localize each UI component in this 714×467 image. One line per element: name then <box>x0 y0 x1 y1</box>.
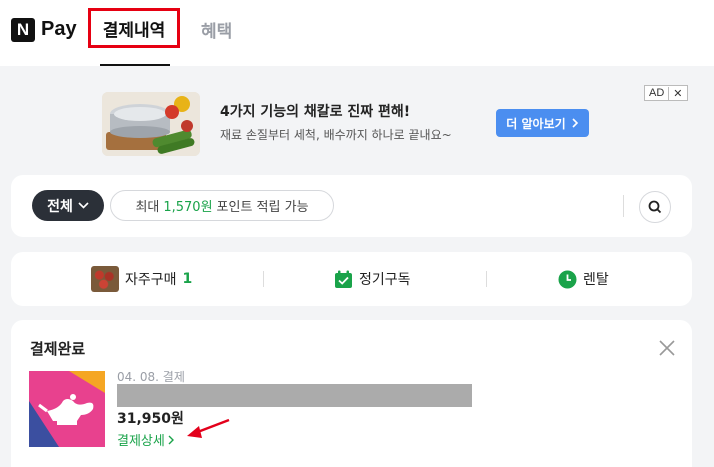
active-tab-underline <box>100 64 170 66</box>
category-subscription[interactable]: 정기구독 <box>334 252 411 306</box>
category-frequent-label: 자주구매 <box>125 272 177 288</box>
pay-logo-text[interactable]: Pay <box>41 18 77 41</box>
order-date: 04. 08. 결제 <box>117 370 185 384</box>
payment-detail-link[interactable]: 결제상세 <box>117 430 174 449</box>
ad-subtitle: 재료 손질부터 세척, 배수까지 하나로 끝내요~ <box>220 128 452 142</box>
tab-benefits[interactable]: 혜택 <box>201 17 232 42</box>
ad-close-icon[interactable]: ✕ <box>668 86 686 100</box>
ad-learn-more-button[interactable]: 더 알아보기 <box>496 109 589 137</box>
filter-all-label: 전체 <box>47 198 73 215</box>
product-image[interactable] <box>29 371 105 447</box>
ad-title: 4가지 기능의 채칼로 진짜 편해! <box>220 104 411 120</box>
ad-badge: AD ✕ <box>644 85 688 101</box>
divider <box>623 195 624 217</box>
category-frequent-purchase[interactable]: 자주구매 1 <box>91 252 192 306</box>
ad-label: AD <box>649 87 665 99</box>
redacted-product-name <box>117 384 472 407</box>
chevron-down-icon <box>78 202 89 209</box>
order-price: 31,950원 <box>117 411 184 427</box>
point-earning-chip[interactable]: 최대 1,570원 포인트 적립 가능 <box>110 190 334 221</box>
tab-payment-history-label: 결제내역 <box>102 20 166 41</box>
payment-detail-label: 결제상세 <box>117 434 165 449</box>
genie-lamp-product-icon <box>29 371 105 447</box>
ad-cta-label: 더 알아보기 <box>506 116 566 131</box>
category-frequent-count: 1 <box>182 271 193 287</box>
order-card: 결제완료 04. 08. 결제 31,950원 결제상세 <box>11 320 692 467</box>
produce-thumbnail <box>91 266 119 292</box>
annotation-arrow-icon <box>187 418 230 438</box>
slicer-illustration <box>102 92 200 156</box>
top-bar: N Pay 결제내역 혜택 <box>0 0 714 66</box>
point-suffix: 포인트 적립 가능 <box>216 200 309 215</box>
naver-logo-icon[interactable]: N <box>11 18 35 42</box>
search-icon <box>648 200 662 214</box>
divider <box>263 271 264 287</box>
calendar-check-icon <box>335 270 352 288</box>
chevron-right-icon <box>168 435 174 444</box>
close-button[interactable] <box>656 337 678 359</box>
ad-product-image[interactable] <box>102 92 200 156</box>
clock-icon <box>558 270 577 288</box>
category-shortcuts: 자주구매 1 정기구독 렌탈 <box>11 252 692 306</box>
category-subscription-label: 정기구독 <box>359 272 411 288</box>
filter-bar: 전체 최대 1,570원 포인트 적립 가능 <box>11 175 692 237</box>
close-icon <box>659 340 675 356</box>
category-rental[interactable]: 렌탈 <box>558 252 609 306</box>
divider <box>486 271 487 287</box>
tab-payment-history[interactable]: 결제내역 <box>88 8 180 48</box>
point-amount: 1,570원 <box>163 200 213 215</box>
order-status-title: 결제완료 <box>30 340 86 358</box>
point-prefix: 최대 <box>135 200 160 215</box>
search-button[interactable] <box>639 191 671 223</box>
ad-banner[interactable]: 4가지 기능의 채칼로 진짜 편해! 재료 손질부터 세척, 배수까지 하나로 … <box>11 80 692 166</box>
chevron-right-icon <box>572 118 578 128</box>
category-rental-label: 렌탈 <box>583 272 609 288</box>
filter-all-dropdown[interactable]: 전체 <box>32 190 104 221</box>
